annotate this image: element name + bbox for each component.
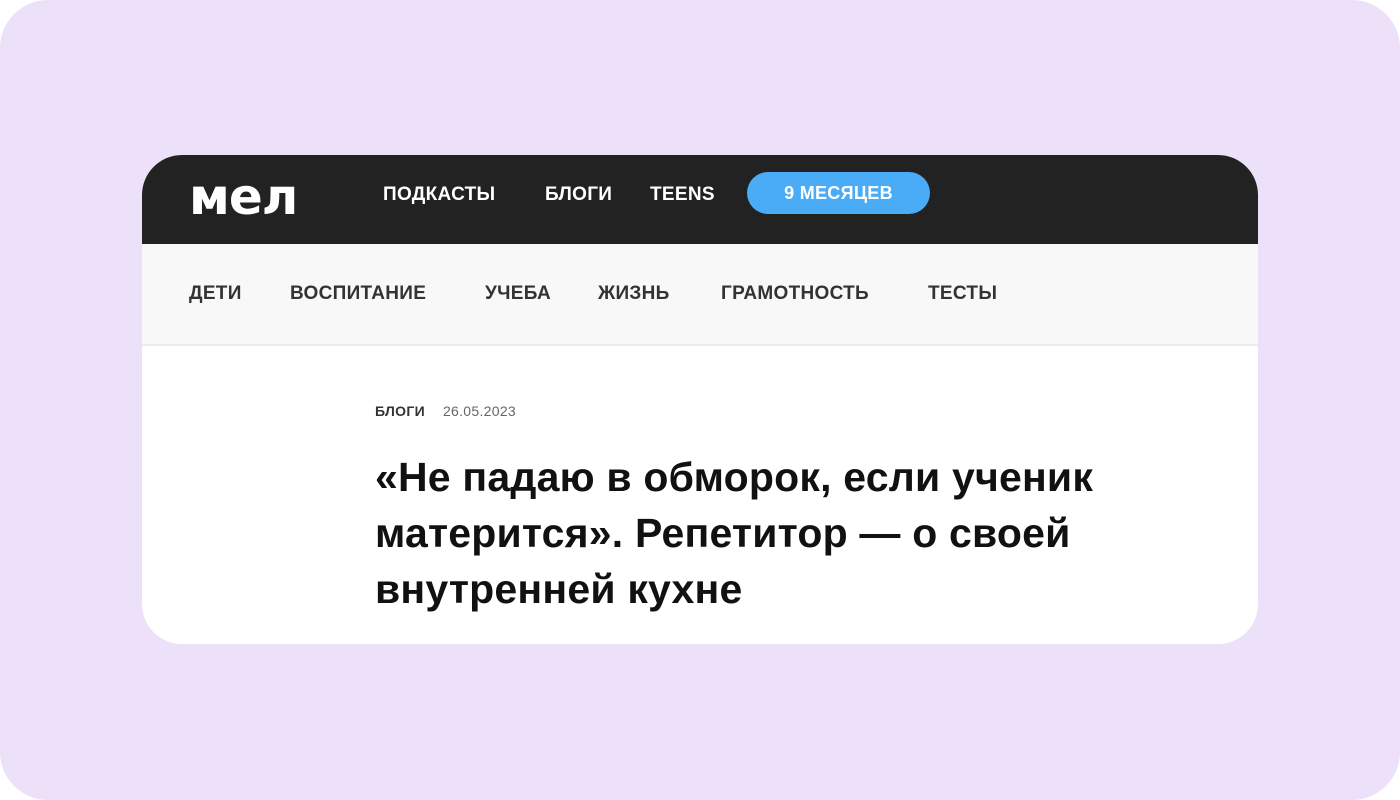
subnav-item-tests[interactable]: ТЕСТЫ: [928, 282, 997, 306]
promo-button[interactable]: 9 МЕСЯЦЕВ: [747, 172, 930, 214]
subnav-item-literacy[interactable]: ГРАМОТНОСТЬ: [721, 282, 869, 306]
subnav-item-children[interactable]: ДЕТИ: [189, 282, 242, 306]
article-date: 26.05.2023: [442, 403, 517, 419]
nav-item-podcasts[interactable]: ПОДКАСТЫ: [383, 183, 495, 207]
article-title-line: «Не падаю в обморок, если ученик: [375, 454, 1094, 500]
nav-item-teens[interactable]: TEENS: [650, 183, 715, 207]
page-background: мел ПОДКАСТЫ БЛОГИ TEENS 9 МЕСЯЦЕВ ДЕТИ …: [0, 0, 1400, 800]
category-navigation-bar: ДЕТИ ВОСПИТАНИЕ УЧЕБА ЖИЗНЬ ГРАМОТНОСТЬ …: [142, 244, 1258, 346]
site-preview-card: мел ПОДКАСТЫ БЛОГИ TEENS 9 МЕСЯЦЕВ ДЕТИ …: [142, 155, 1258, 644]
article-meta: БЛОГИ 26.05.2023: [375, 401, 516, 421]
subnav-item-upbringing[interactable]: ВОСПИТАНИЕ: [290, 282, 426, 306]
article-title[interactable]: «Не падаю в обморок, если ученик материт…: [375, 449, 1245, 617]
subnav-item-study[interactable]: УЧЕБА: [485, 282, 551, 306]
article-category-link[interactable]: БЛОГИ: [375, 403, 425, 419]
article-title-line: матерится». Репетитор — о своей: [375, 510, 1071, 556]
site-logo[interactable]: мел: [189, 167, 298, 227]
nav-item-blogs[interactable]: БЛОГИ: [545, 183, 612, 207]
subnav-item-life[interactable]: ЖИЗНЬ: [598, 282, 670, 306]
top-navigation-bar: мел ПОДКАСТЫ БЛОГИ TEENS 9 МЕСЯЦЕВ: [142, 155, 1258, 244]
article-title-line: внутренней кухне: [375, 566, 743, 612]
